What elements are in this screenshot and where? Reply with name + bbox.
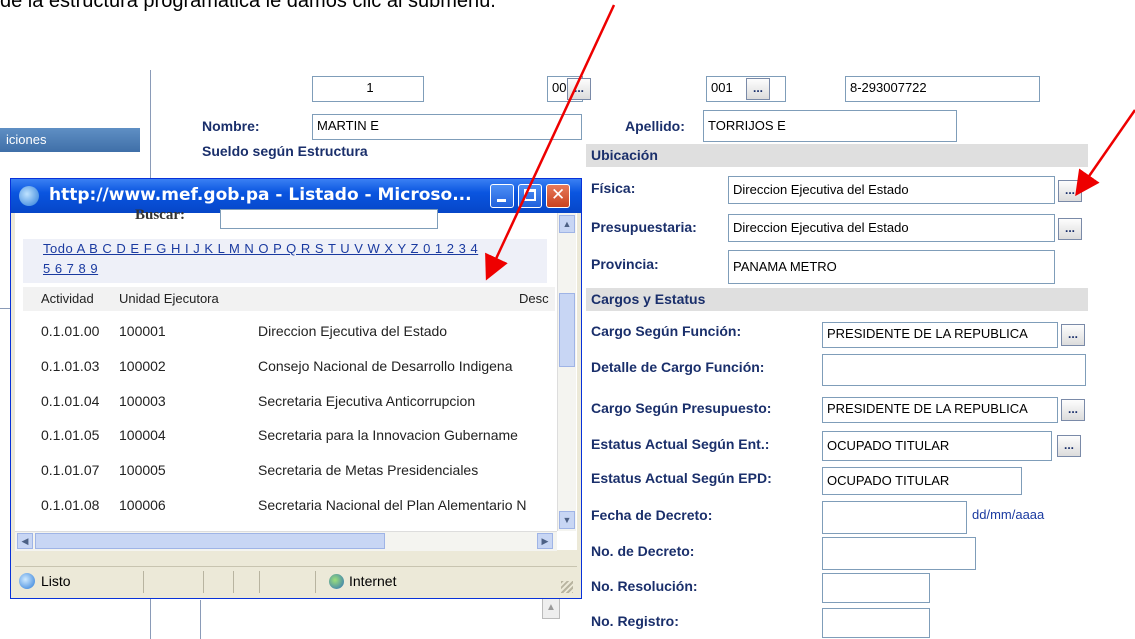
annotation-arrows	[485, 4, 1135, 281]
arrow-to-fisica-button	[1075, 109, 1135, 197]
arrow-to-list	[485, 4, 616, 281]
